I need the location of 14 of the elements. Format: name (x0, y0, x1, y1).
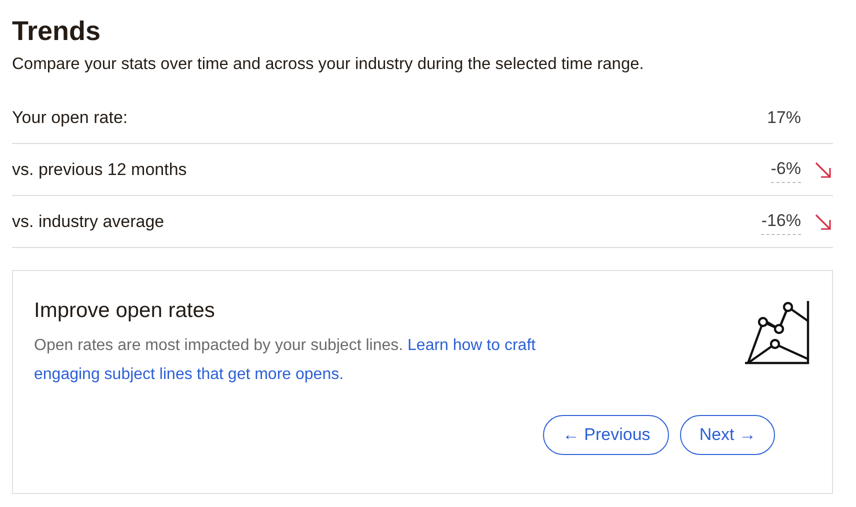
tip-title: Improve open rates (34, 298, 216, 324)
stat-value: 17% (766, 106, 801, 129)
nav-button[interactable]: Next → (680, 415, 775, 455)
stat-value: -16% (761, 208, 801, 235)
page-subtitle: Compare your stats over time and across your industry during the selected time range. (12, 54, 645, 75)
stat-label: vs. previous 12 months (12, 158, 188, 181)
stat-label: vs. industry average (12, 210, 166, 233)
learn-link[interactable]: Learn how to craft (408, 337, 536, 354)
learn-link[interactable]: engaging subject lines that get more opens. (34, 366, 344, 383)
nav-button[interactable]: ← Previous (543, 415, 670, 455)
tip-text: Open rates are most impacted by your subject lines. (34, 337, 404, 354)
stat-label: Your open rate: (12, 106, 129, 129)
page-title: Trends (12, 15, 102, 48)
stat-value: -6% (770, 156, 801, 183)
